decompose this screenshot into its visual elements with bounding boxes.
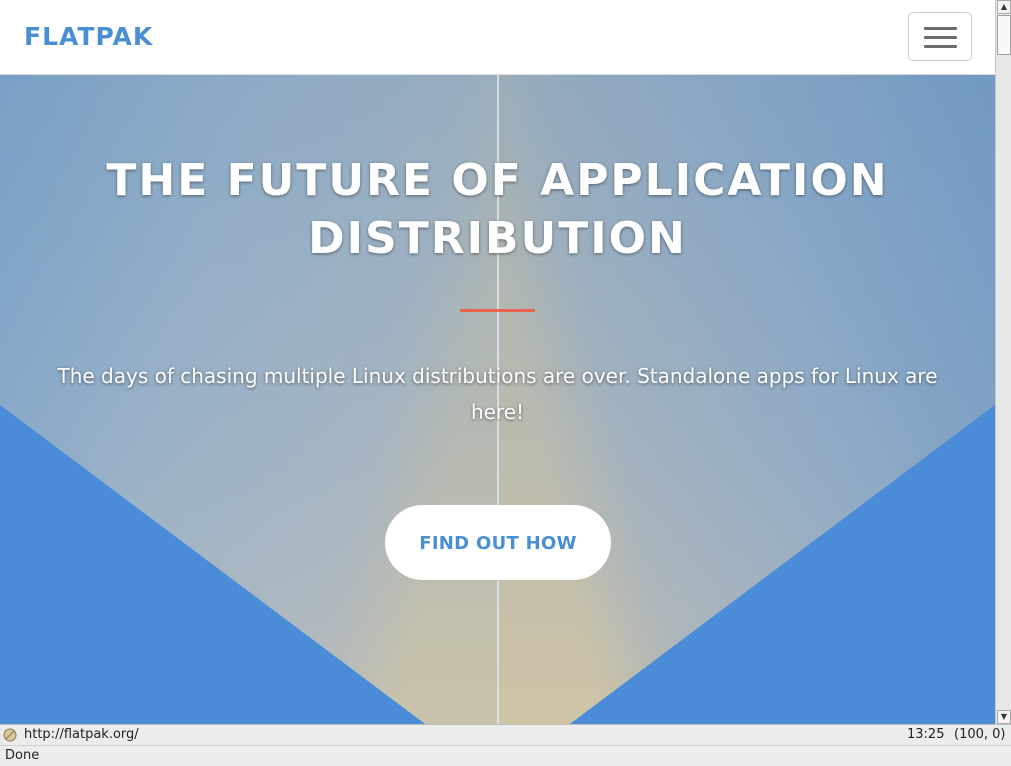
- hero-title-line2: DISTRIBUTION: [308, 213, 687, 264]
- security-icon: [3, 728, 17, 746]
- status-bar: http://flatpak.org/ 13:25 (100, 0): [0, 724, 1011, 745]
- load-status-text: Done: [5, 748, 40, 763]
- navbar: FLATPAK: [0, 0, 995, 75]
- hero-subtitle: The days of chasing multiple Linux distr…: [40, 358, 955, 430]
- status-time: 13:25: [907, 727, 945, 742]
- find-out-how-button[interactable]: FIND OUT HOW: [385, 505, 611, 580]
- hero-title: THE FUTURE OF APPLICATION DISTRIBUTION: [0, 152, 995, 268]
- scrollbar-thumb[interactable]: [997, 15, 1011, 55]
- load-status-bar: Done: [0, 745, 1011, 766]
- scroll-down-icon[interactable]: ▼: [997, 710, 1011, 724]
- brand-logo[interactable]: FLATPAK: [24, 22, 153, 51]
- hero-title-line1: THE FUTURE OF APPLICATION: [106, 155, 889, 206]
- hero-section: THE FUTURE OF APPLICATION DISTRIBUTION T…: [0, 75, 995, 724]
- status-url: http://flatpak.org/: [24, 727, 139, 742]
- menu-toggle-button[interactable]: [908, 12, 972, 61]
- hamburger-menu-icon: [924, 27, 957, 30]
- status-coords: (100, 0): [954, 727, 1006, 742]
- vertical-scrollbar[interactable]: ▲ ▼: [995, 0, 1011, 724]
- hero-subtitle-line2: here!: [470, 400, 525, 424]
- page-viewport: FLATPAK THE FUTURE OF APPLICATION DISTRI…: [0, 0, 995, 724]
- scroll-up-icon[interactable]: ▲: [997, 0, 1011, 14]
- hero-subtitle-line1: The days of chasing multiple Linux distr…: [57, 364, 938, 388]
- hero-divider: [460, 309, 535, 312]
